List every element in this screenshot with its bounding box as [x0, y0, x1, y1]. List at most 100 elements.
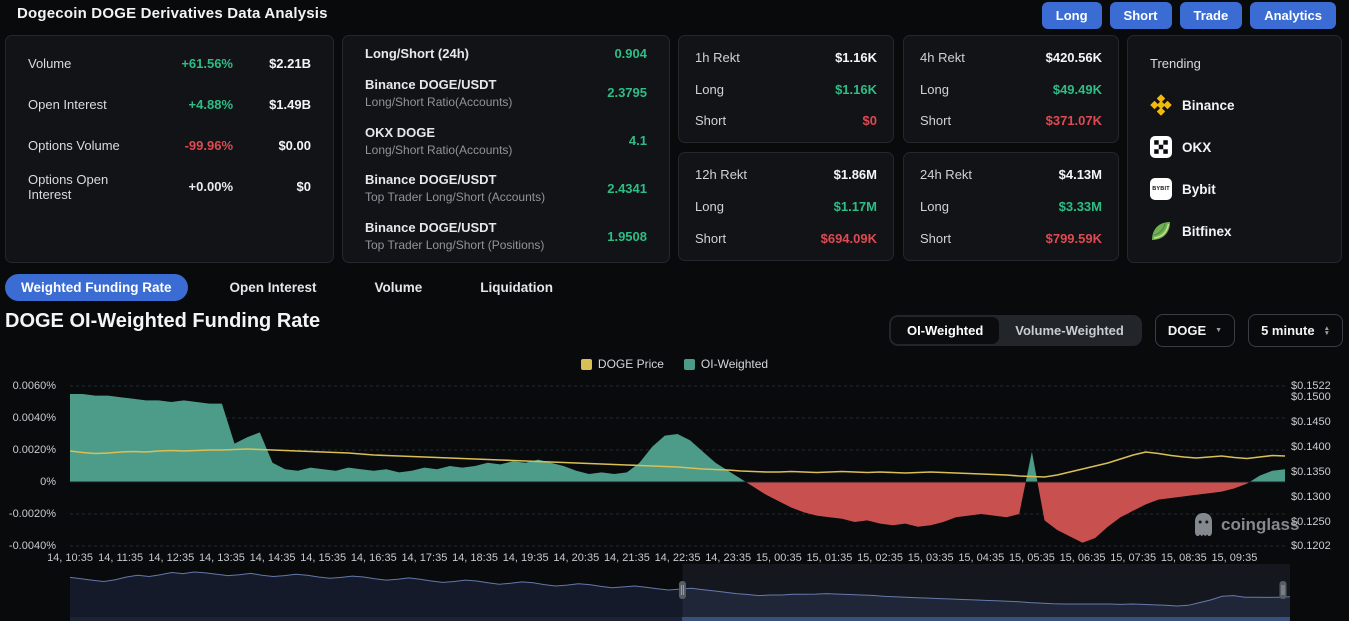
segment-volume-weighted[interactable]: Volume-Weighted — [999, 317, 1140, 344]
x-axis-tick-label: 14, 18:35 — [452, 552, 498, 564]
axis-tick-label: $0.1500 — [1291, 391, 1331, 403]
rekt-long-label: Long — [695, 199, 724, 214]
ls-row: OKX DOGE Long/Short Ratio(Accounts) 4.1 — [365, 125, 647, 157]
stat-change: -99.96% — [143, 138, 233, 153]
stat-label: Open Interest — [28, 97, 143, 112]
rekt-long-label: Long — [920, 199, 949, 214]
rekt-long-label: Long — [920, 82, 949, 97]
segment-oi-weighted[interactable]: OI-Weighted — [891, 317, 999, 344]
trending-item-okx[interactable]: OKX — [1150, 126, 1319, 168]
x-axis-tick-label: 15, 02:35 — [857, 552, 903, 564]
chevron-down-icon: ▼ — [1215, 327, 1222, 334]
trade-button[interactable]: Trade — [1180, 2, 1243, 29]
navigator-handle[interactable] — [679, 581, 686, 599]
x-axis-tick-label: 14, 13:35 — [199, 552, 245, 564]
bybit-icon: BYBIT — [1150, 178, 1172, 200]
coinglass-logo-icon — [1193, 512, 1214, 537]
x-axis-tick-label: 15, 04:35 — [958, 552, 1004, 564]
x-axis-tick-label: 14, 15:35 — [300, 552, 346, 564]
axis-tick-label: 0.0060% — [13, 380, 56, 392]
trending-item-label: OKX — [1182, 140, 1211, 155]
axis-tick-label: $0.1300 — [1291, 491, 1331, 503]
funding-rate-chart — [70, 378, 1285, 554]
legend-label: OI-Weighted — [701, 357, 768, 371]
ls-row: Binance DOGE/USDT Top Trader Long/Short … — [365, 172, 647, 204]
rekt-total: $1.16K — [835, 50, 877, 65]
ls-title: Binance DOGE/USDT — [365, 172, 496, 187]
ls-subtitle: Top Trader Long/Short (Positions) — [365, 238, 607, 252]
navigator-selected-track[interactable] — [682, 617, 1290, 621]
x-axis-tick-label: 15, 00:35 — [756, 552, 802, 564]
trending-item-binance[interactable]: Binance — [1150, 84, 1319, 126]
rekt-short-value: $694.09K — [821, 231, 877, 246]
stat-row-volume: Volume +61.56% $2.21B — [28, 43, 311, 84]
range-navigator[interactable] — [70, 564, 1290, 617]
stat-label: Volume — [28, 56, 143, 71]
symbol-select[interactable]: DOGE ▼ — [1155, 314, 1235, 347]
x-axis-tick-label: 15, 09:35 — [1211, 552, 1257, 564]
rekt-short-label: Short — [920, 231, 951, 246]
watermark-label: coinglass — [1221, 515, 1299, 535]
short-button[interactable]: Short — [1110, 2, 1172, 29]
rekt-title: 1h Rekt — [695, 50, 740, 65]
trending-item-bitfinex[interactable]: Bitfinex — [1150, 210, 1319, 252]
axis-tick-label: 0.0040% — [13, 412, 56, 424]
tab-open-interest[interactable]: Open Interest — [214, 274, 333, 301]
interval-select[interactable]: 5 minute ▲▼ — [1248, 314, 1343, 347]
legend-label: DOGE Price — [598, 357, 664, 371]
rekt-total: $4.13M — [1059, 167, 1102, 182]
okx-icon — [1150, 136, 1172, 158]
stat-change: +0.00% — [143, 179, 233, 194]
stat-row-options-open-interest: Options Open Interest +0.00% $0 — [28, 166, 311, 207]
stat-value: $2.21B — [233, 56, 311, 71]
ls-title: OKX DOGE — [365, 125, 435, 140]
tab-weighted-funding-rate[interactable]: Weighted Funding Rate — [5, 274, 188, 301]
navigator-handle[interactable] — [1280, 581, 1287, 599]
rekt-short-label: Short — [920, 113, 951, 128]
rekt-card-12h: 12h Rekt$1.86M Long$1.17M Short$694.09K — [678, 152, 894, 261]
ls-value: 4.1 — [629, 133, 647, 148]
tab-volume[interactable]: Volume — [359, 274, 439, 301]
x-axis-tick-label: 14, 23:35 — [705, 552, 751, 564]
binance-icon — [1150, 94, 1172, 116]
stat-row-open-interest: Open Interest +4.88% $1.49B — [28, 84, 311, 125]
symbol-select-value: DOGE — [1168, 323, 1206, 338]
rekt-total: $420.56K — [1046, 50, 1102, 65]
long-short-panel: Long/Short (24h) 0.904 Binance DOGE/USDT… — [342, 35, 670, 263]
rekt-card-1h: 1h Rekt$1.16K Long$1.16K Short$0 — [678, 35, 894, 143]
x-axis-tick-label: 14, 21:35 — [604, 552, 650, 564]
analytics-button[interactable]: Analytics — [1250, 2, 1336, 29]
trending-item-bybit[interactable]: BYBIT Bybit — [1150, 168, 1319, 210]
coinglass-watermark: coinglass — [1193, 512, 1299, 537]
rekt-card-24h: 24h Rekt$4.13M Long$3.33M Short$799.59K — [903, 152, 1119, 261]
chart-tabs: Weighted Funding Rate Open Interest Volu… — [5, 274, 569, 301]
chart-title: DOGE OI-Weighted Funding Rate — [5, 310, 320, 333]
axis-tick-label: $0.1350 — [1291, 466, 1331, 478]
x-axis-tick-label: 15, 08:35 — [1161, 552, 1207, 564]
summary-panels: Volume +61.56% $2.21B Open Interest +4.8… — [5, 35, 1342, 263]
stat-value: $1.49B — [233, 97, 311, 112]
navigator-track[interactable] — [70, 617, 682, 621]
x-axis-tick-label: 14, 14:35 — [250, 552, 296, 564]
x-axis-tick-label: 15, 01:35 — [806, 552, 852, 564]
oi-weighted-swatch — [684, 359, 695, 370]
legend-item-doge-price[interactable]: DOGE Price — [581, 357, 664, 371]
ls-title: Binance DOGE/USDT — [365, 220, 496, 235]
page-title: Dogecoin DOGE Derivatives Data Analysis — [17, 5, 328, 22]
rekt-title: 24h Rekt — [920, 167, 972, 182]
legend-item-oi-weighted[interactable]: OI-Weighted — [684, 357, 768, 371]
x-axis-tick-label: 14, 17:35 — [401, 552, 447, 564]
stat-row-options-volume: Options Volume -99.96% $0.00 — [28, 125, 311, 166]
x-axis-tick-label: 14, 10:35 — [47, 552, 93, 564]
ls-value: 2.3795 — [607, 85, 647, 100]
x-axis-tick-label: 14, 22:35 — [655, 552, 701, 564]
ls-subtitle: Top Trader Long/Short (Accounts) — [365, 190, 607, 204]
long-button[interactable]: Long — [1042, 2, 1102, 29]
left-axis-labels: 0.0060%0.0040%0.0020%0%-0.0020%-0.0040% — [0, 378, 64, 554]
ls-row: Binance DOGE/USDT Long/Short Ratio(Accou… — [365, 77, 647, 109]
tab-liquidation[interactable]: Liquidation — [464, 274, 569, 301]
page-header: Dogecoin DOGE Derivatives Data Analysis … — [0, 0, 1349, 32]
x-axis-tick-label: 15, 05:35 — [1009, 552, 1055, 564]
x-axis-tick-label: 15, 07:35 — [1110, 552, 1156, 564]
stat-change: +61.56% — [143, 56, 233, 71]
